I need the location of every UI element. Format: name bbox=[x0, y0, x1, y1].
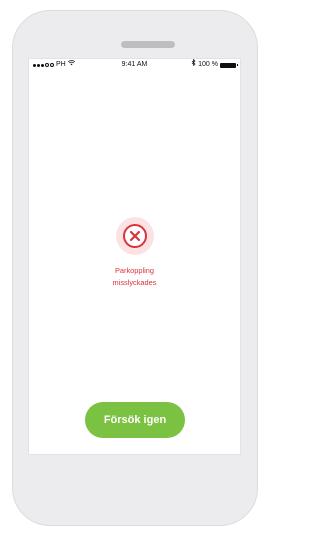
speaker-grille bbox=[121, 41, 175, 48]
error-icon-wrap bbox=[29, 217, 240, 255]
status-right: 100 % bbox=[191, 59, 238, 71]
error-message: Parkoppling misslyckades bbox=[29, 265, 240, 289]
retry-button[interactable]: Försök igen bbox=[85, 402, 185, 438]
error-message-line1: Parkoppling bbox=[114, 266, 155, 275]
error-message-line2: misslyckades bbox=[112, 278, 157, 287]
error-circle bbox=[115, 217, 154, 255]
close-icon bbox=[122, 224, 147, 248]
battery-percent: 100 % bbox=[198, 61, 218, 68]
battery-icon bbox=[220, 62, 238, 68]
status-bar: PH 9:41 AM 100 % bbox=[29, 59, 240, 71]
bluetooth-icon bbox=[191, 59, 196, 71]
app-screen: PH 9:41 AM 100 % Parkoppling misslyckade… bbox=[28, 58, 241, 455]
